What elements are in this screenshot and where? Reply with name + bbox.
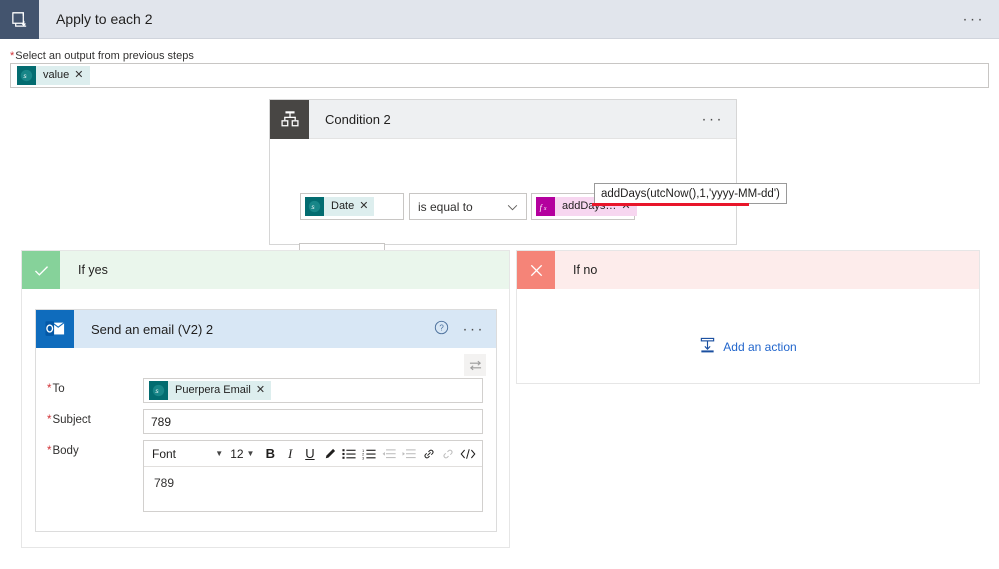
token-date[interactable]: s Date ✕ — [305, 197, 375, 216]
unlink-icon[interactable] — [439, 444, 459, 464]
condition-left-operand-input[interactable]: s Date ✕ — [300, 193, 404, 220]
subject-label-text: Subject — [52, 414, 91, 426]
underline-button[interactable]: U — [300, 444, 320, 464]
condition-header[interactable]: Condition 2 ··· — [270, 99, 736, 139]
condition-menu-button[interactable]: ··· — [702, 111, 725, 128]
condition-card: Condition 2 ··· s Date ✕ is equal to f x… — [269, 99, 737, 269]
font-family-value: Font — [152, 446, 177, 461]
token-body: Date ✕ — [324, 197, 375, 216]
token-remove-icon[interactable]: ✕ — [359, 197, 374, 216]
send-email-title: Send an email (V2) 2 — [91, 321, 214, 337]
loop-icon — [0, 0, 39, 39]
token-label: Puerpera Email — [175, 384, 251, 396]
highlighter-pen-icon[interactable] — [320, 444, 340, 464]
token-value[interactable]: s value ✕ — [17, 66, 90, 85]
italic-button[interactable]: I — [280, 444, 300, 464]
apply-to-each-header[interactable]: Apply to each 2 ··· — [0, 0, 999, 39]
svg-text:3: 3 — [362, 455, 365, 460]
font-size-value: 12 — [230, 446, 244, 461]
required-asterisk: * — [47, 445, 52, 457]
body-field-editor: Font ▼ 12 ▼ B I U 1 2 3 789 — [143, 440, 483, 512]
send-email-menu-button[interactable]: ··· — [463, 321, 486, 338]
subject-field-input[interactable]: 789 — [143, 409, 483, 434]
sharepoint-icon: s — [17, 66, 36, 85]
to-field-input[interactable]: s Puerpera Email ✕ — [143, 378, 483, 403]
cross-icon — [517, 251, 555, 289]
bulleted-list-icon[interactable] — [340, 444, 360, 464]
svg-text:x: x — [543, 206, 547, 212]
to-label-text: To — [52, 383, 65, 395]
required-asterisk: * — [47, 383, 52, 395]
add-action-icon — [699, 337, 716, 357]
rich-text-toolbar: Font ▼ 12 ▼ B I U 1 2 3 — [144, 441, 482, 467]
branch-if-yes: If yes Send an email (V2) 2 ? ··· *To s … — [21, 250, 510, 548]
apply-to-each-title: Apply to each 2 — [56, 11, 153, 27]
condition-branch-icon — [270, 99, 309, 139]
branch-if-yes-header: If yes — [22, 251, 509, 289]
send-email-body: *To s Puerpera Email ✕ *Subject 789 *Bod… — [36, 348, 496, 532]
condition-title: Condition 2 — [325, 111, 391, 127]
required-asterisk: * — [10, 50, 15, 62]
select-output-label-text: Select an output from previous steps — [15, 50, 194, 62]
token-label: value — [43, 69, 70, 81]
token-label: Date — [331, 200, 355, 212]
token-body: value ✕ — [36, 66, 90, 85]
to-field-label: *To — [47, 383, 65, 395]
swap-arrows-icon[interactable] — [464, 354, 486, 376]
flow-designer-canvas: Apply to each 2 ··· *Select an output fr… — [0, 0, 999, 569]
numbered-list-icon[interactable]: 1 2 3 — [359, 444, 379, 464]
chevron-down-icon: ▼ — [215, 449, 224, 458]
svg-text:?: ? — [439, 324, 444, 333]
select-output-input[interactable]: s value ✕ — [10, 63, 989, 88]
send-email-card: Send an email (V2) 2 ? ··· *To s Puerper… — [35, 309, 497, 532]
token-puerpera-email[interactable]: s Puerpera Email ✕ — [149, 381, 272, 400]
send-email-header[interactable]: Send an email (V2) 2 ? ··· — [36, 310, 496, 348]
font-family-dropdown[interactable]: Font ▼ — [148, 447, 227, 461]
branch-if-yes-label: If yes — [78, 263, 108, 277]
chevron-down-icon: ▼ — [246, 449, 255, 458]
chevron-down-icon — [507, 200, 518, 214]
subject-field-label: *Subject — [47, 414, 91, 426]
select-output-label: *Select an output from previous steps — [10, 50, 194, 62]
apply-to-each-menu-button[interactable]: ··· — [963, 11, 986, 28]
branch-if-no: If no Add an action — [516, 250, 980, 384]
required-asterisk: * — [47, 414, 52, 426]
branch-if-no-label: If no — [573, 263, 598, 277]
expression-tooltip: addDays(utcNow(),1,'yyyy-MM-dd') — [594, 183, 787, 204]
condition-operator-value: is equal to — [418, 199, 473, 214]
branch-if-no-header: If no — [517, 251, 979, 289]
decrease-indent-icon[interactable] — [379, 444, 399, 464]
tooltip-red-underline — [592, 203, 749, 206]
token-body: Puerpera Email ✕ — [168, 381, 272, 400]
sharepoint-icon: s — [305, 197, 324, 216]
outlook-icon — [36, 310, 74, 348]
check-icon — [22, 251, 60, 289]
help-icon[interactable]: ? — [434, 320, 449, 338]
sharepoint-icon: s — [149, 381, 168, 400]
fx-icon: f x — [536, 197, 555, 216]
token-remove-icon[interactable]: ✕ — [256, 381, 271, 400]
font-size-dropdown[interactable]: 12 ▼ — [227, 447, 260, 461]
body-field-text[interactable]: 789 — [144, 467, 482, 490]
link-icon[interactable] — [419, 444, 439, 464]
token-remove-icon[interactable]: ✕ — [74, 66, 89, 85]
add-an-action-label: Add an action — [723, 340, 797, 354]
condition-operator-dropdown[interactable]: is equal to — [409, 193, 527, 220]
body-field-label: *Body — [47, 445, 79, 457]
increase-indent-icon[interactable] — [399, 444, 419, 464]
bold-button[interactable]: B — [260, 444, 280, 464]
add-an-action-button[interactable]: Add an action — [517, 337, 979, 357]
code-view-icon[interactable] — [458, 444, 478, 464]
body-label-text: Body — [52, 445, 79, 457]
